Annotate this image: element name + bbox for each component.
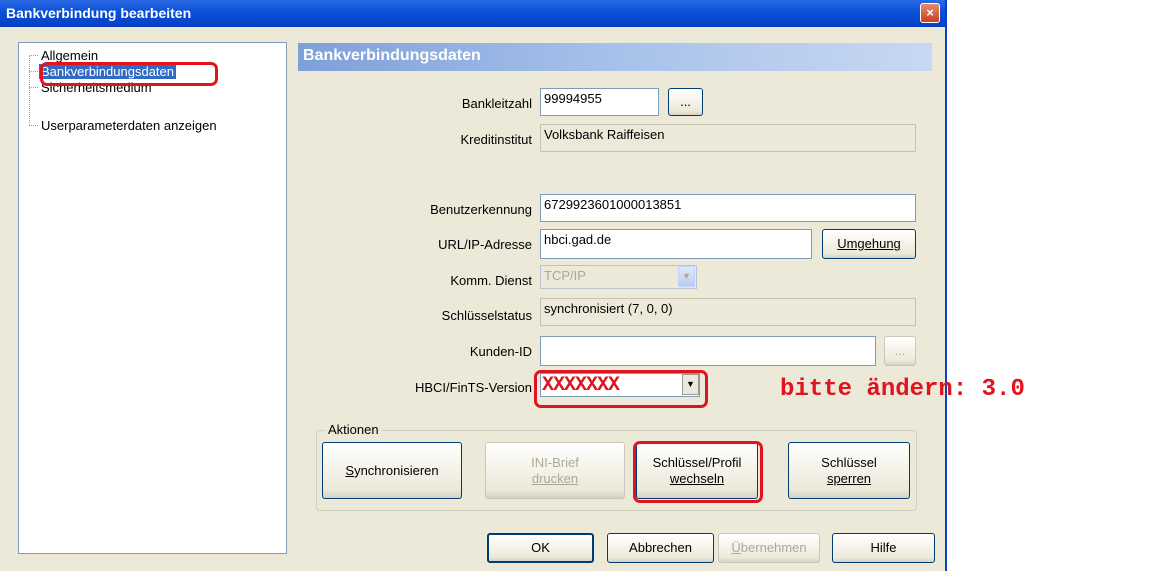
hilfe-button[interactable]: Hilfe (832, 533, 935, 563)
schluessel-sperren-line2: sperren (826, 470, 872, 486)
tree-item-userparameterdaten[interactable]: Userparameterdaten anzeigen (39, 118, 219, 133)
ini-brief-line2: drucken (531, 470, 579, 486)
ok-button[interactable]: OK (487, 533, 594, 563)
benutzerkennung-label: Benutzerkennung (430, 202, 532, 217)
uebernehmen-button[interactable]: Übernehmen (718, 533, 820, 563)
url-field[interactable]: hbci.gad.de (540, 229, 812, 259)
schluesselstatus-label: Schlüsselstatus (441, 308, 532, 323)
komm-dienst-label: Komm. Dienst (450, 273, 532, 288)
benutzerkennung-field[interactable]: 6729923601000013851 (540, 194, 916, 222)
section-header: Bankverbindungsdaten (298, 43, 932, 71)
close-icon: × (926, 5, 934, 20)
abbrechen-button[interactable]: Abbrechen (607, 533, 714, 563)
actions-legend: Aktionen (325, 422, 382, 437)
uebernehmen-label: Übernehmen (731, 540, 807, 556)
komm-dienst-select[interactable]: TCP/IP (540, 265, 697, 289)
bankleitzahl-label: Bankleitzahl (461, 96, 532, 111)
umgehung-label: Umgehung (837, 236, 901, 252)
kunden-id-label: Kunden-ID (469, 344, 532, 359)
schluessel-sperren-line1: Schlüssel (821, 454, 877, 470)
ini-brief-button[interactable]: INI-Brief drucken (485, 442, 625, 499)
synchronisieren-label: Synchronisieren (345, 462, 439, 478)
schluesselstatus-field: synchronisiert (7, 0, 0) (540, 298, 916, 326)
bankleitzahl-browse-button[interactable]: ... (668, 88, 703, 116)
kunden-id-browse-button[interactable]: ... (884, 336, 916, 366)
url-label: URL/IP-Adresse (438, 237, 532, 252)
schluessel-sperren-button[interactable]: Schlüssel sperren (788, 442, 910, 499)
version-label: HBCI/FinTS-Version (414, 380, 532, 395)
schluessel-profil-wechseln-button[interactable]: Schlüssel/Profil wechseln (636, 442, 758, 499)
chevron-down-icon[interactable]: ▼ (678, 266, 695, 287)
close-button[interactable]: × (920, 3, 940, 23)
kunden-id-field[interactable] (540, 336, 876, 366)
title-bar[interactable]: Bankverbindung bearbeiten × (0, 0, 945, 27)
section-title: Bankverbindungsdaten (303, 47, 481, 64)
ini-brief-line1: INI-Brief (531, 454, 579, 470)
schluessel-profil-line2: wechseln (669, 470, 725, 486)
version-dropdown-icon[interactable]: ▼ (682, 374, 699, 395)
window-title: Bankverbindung bearbeiten (6, 5, 192, 21)
umgehung-button[interactable]: Umgehung (822, 229, 916, 259)
dialog-window: Bankverbindung bearbeiten × Allgemein Ba… (0, 0, 947, 571)
tree-item-sicherheitsmedium[interactable]: Sicherheitsmedium (39, 80, 154, 95)
bankleitzahl-field[interactable]: 99994955 (540, 88, 659, 116)
synchronisieren-button[interactable]: Synchronisieren (322, 442, 462, 499)
version-value: XXXXXXX (542, 374, 620, 397)
tree-item-allgemein[interactable]: Allgemein (39, 48, 100, 63)
tree-item-bankverbindungsdaten[interactable]: Bankverbindungsdaten (39, 64, 176, 79)
kreditinstitut-label: Kreditinstitut (460, 132, 532, 147)
kreditinstitut-field: Volksbank Raiffeisen (540, 124, 916, 152)
navigation-tree: Allgemein Bankverbindungsdaten Sicherhei… (18, 42, 287, 554)
schluessel-profil-line1: Schlüssel/Profil (652, 454, 742, 470)
annotation-text: bitte ändern: 3.0 (780, 376, 1025, 403)
